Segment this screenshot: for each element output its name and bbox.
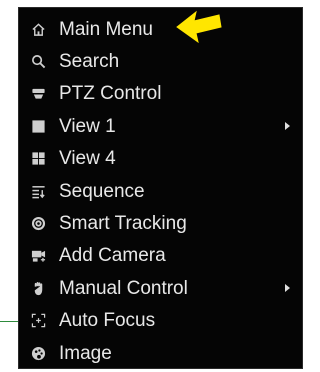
ptz-icon <box>30 85 47 102</box>
menu-item-label: Image <box>59 342 112 364</box>
background-line <box>0 321 18 322</box>
context-menu: Main Menu Search PTZ Control View 1 View… <box>18 7 303 369</box>
menu-item-label: View 1 <box>59 115 116 137</box>
manual-control-icon <box>30 280 47 297</box>
menu-item-add-camera[interactable]: Add Camera <box>19 240 302 272</box>
image-icon <box>30 345 47 362</box>
menu-item-view-1[interactable]: View 1 <box>19 110 302 142</box>
smart-tracking-icon <box>30 215 47 232</box>
menu-item-ptz-control[interactable]: PTZ Control <box>19 78 302 110</box>
search-icon <box>30 53 47 70</box>
menu-item-image[interactable]: Image <box>19 337 302 369</box>
menu-item-search[interactable]: Search <box>19 45 302 77</box>
menu-item-label: Auto Focus <box>59 310 156 332</box>
menu-item-manual-control[interactable]: Manual Control <box>19 272 302 304</box>
menu-item-label: Smart Tracking <box>59 213 187 235</box>
sequence-icon <box>30 183 47 200</box>
menu-item-label: Add Camera <box>59 245 166 267</box>
chevron-right-icon <box>285 284 290 293</box>
auto-focus-icon <box>30 312 47 329</box>
menu-item-auto-focus[interactable]: Auto Focus <box>19 305 302 337</box>
chevron-right-icon <box>285 122 290 131</box>
arrow-icon <box>176 10 222 44</box>
menu-item-label: View 4 <box>59 148 116 170</box>
page: Main Menu Search PTZ Control View 1 View… <box>0 0 303 372</box>
menu-item-label: PTZ Control <box>59 83 162 105</box>
menu-item-sequence[interactable]: Sequence <box>19 175 302 207</box>
quad-view-icon <box>30 150 47 167</box>
menu-item-label: Search <box>59 51 120 73</box>
menu-item-label: Main Menu <box>59 18 153 40</box>
menu-item-smart-tracking[interactable]: Smart Tracking <box>19 207 302 239</box>
menu-item-label: Manual Control <box>59 277 188 299</box>
menu-item-view-4[interactable]: View 4 <box>19 143 302 175</box>
menu-item-main-menu[interactable]: Main Menu <box>19 13 302 45</box>
single-view-icon <box>30 118 47 135</box>
home-icon <box>30 21 47 38</box>
menu-item-label: Sequence <box>59 180 145 202</box>
add-camera-icon <box>30 247 47 264</box>
